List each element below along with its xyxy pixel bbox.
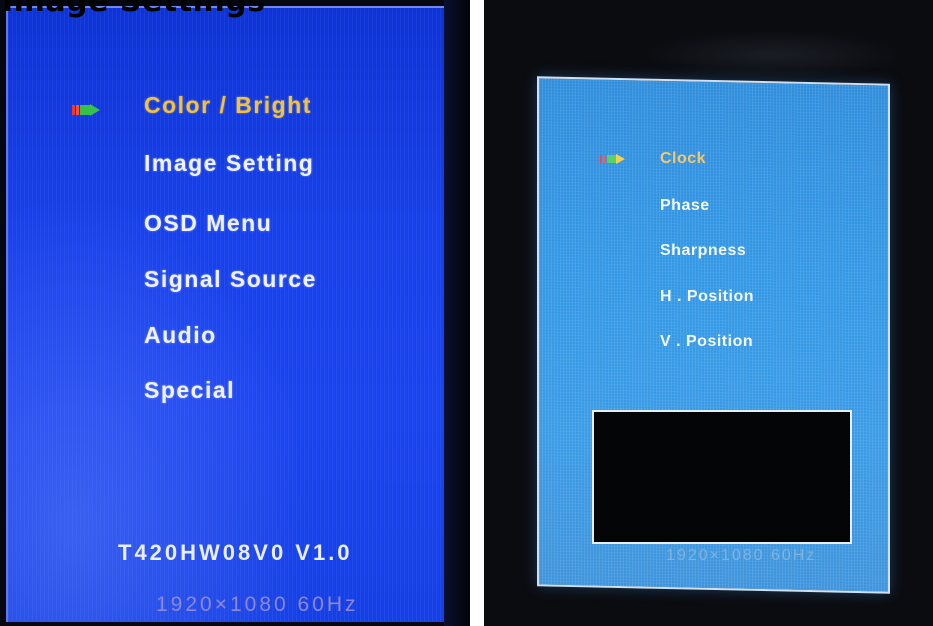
menu-item-clock[interactable]: Clock	[660, 150, 706, 168]
menu-item-phase[interactable]: Phase	[660, 197, 710, 215]
preview-box	[592, 410, 852, 544]
menu-item-h-position[interactable]: H . Position	[660, 288, 754, 306]
cropped-heading: Image Settings	[2, 0, 266, 19]
right-monitor-photo: Clock Phase Sharpness H . Position V . P…	[484, 0, 933, 626]
arrow-marker-icon	[72, 104, 100, 116]
menu-item-osd-menu[interactable]: OSD Menu	[144, 210, 272, 237]
firmware-model-label: T420HW08V0 V1.0	[118, 540, 353, 565]
resolution-label: 1920×1080 60Hz	[666, 547, 817, 564]
menu-item-color-bright[interactable]: Color / Bright	[144, 92, 312, 119]
left-monitor-photo: Image Settings Color / Bright Image Sett…	[0, 0, 470, 626]
menu-item-image-setting[interactable]: Image Setting	[144, 150, 314, 177]
arrow-marker-icon	[600, 154, 625, 164]
resolution-label: 1920×1080 60Hz	[156, 593, 359, 616]
menu-item-sharpness[interactable]: Sharpness	[660, 242, 746, 260]
screen-reflection	[644, 30, 904, 80]
menu-item-signal-source[interactable]: Signal Source	[144, 266, 317, 293]
monitor-bezel-edge	[444, 0, 470, 626]
menu-item-audio[interactable]: Audio	[144, 322, 217, 349]
menu-item-v-position[interactable]: V . Position	[660, 333, 753, 351]
menu-item-special[interactable]: Special	[144, 377, 235, 404]
